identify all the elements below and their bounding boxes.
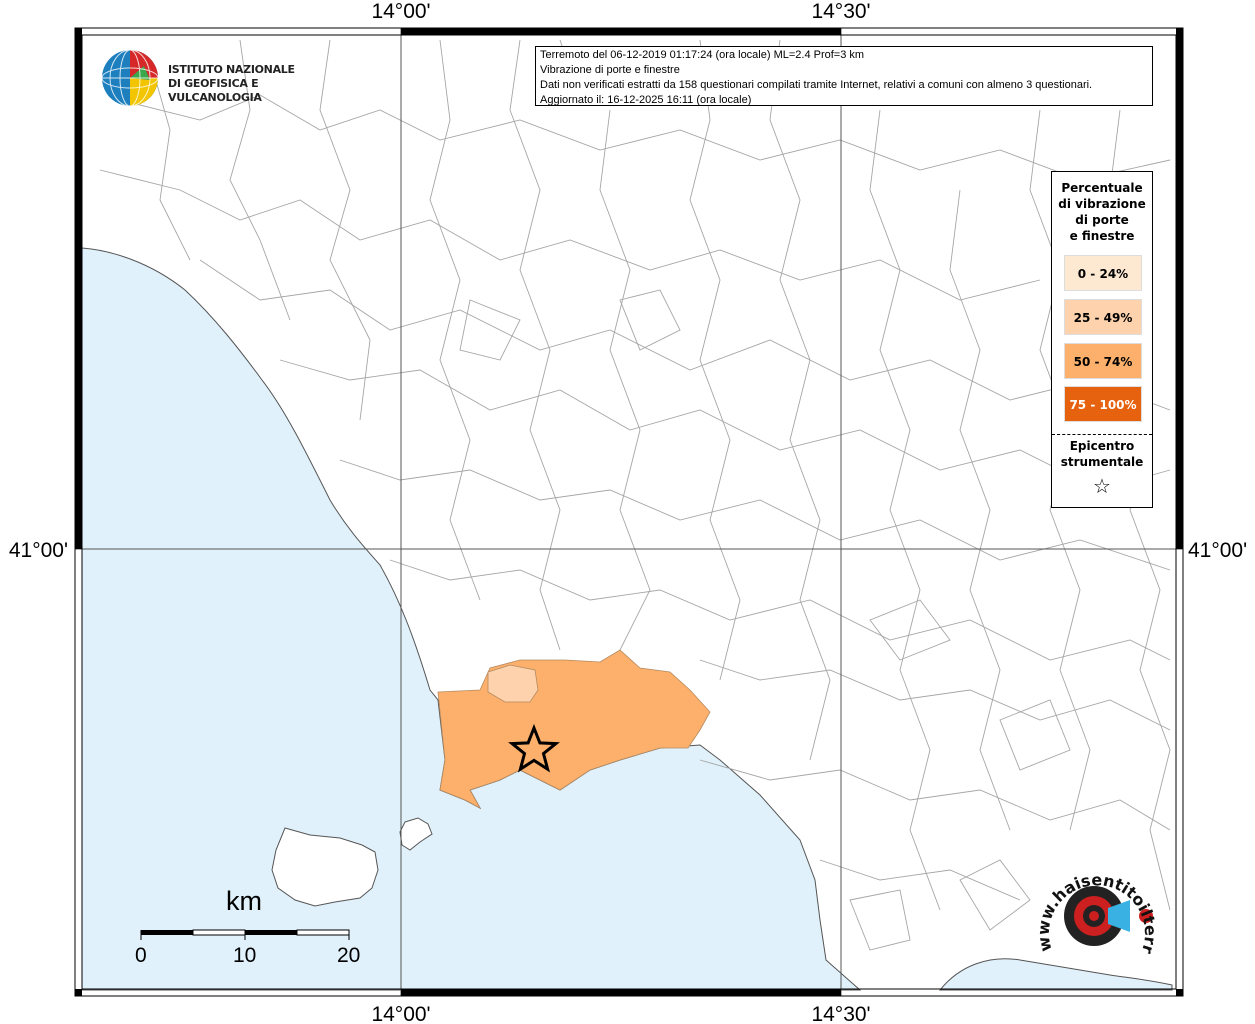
legend-title: Percentuale di vibrazione di porte e fin… bbox=[1052, 180, 1152, 244]
legend-star-icon: ☆ bbox=[1093, 474, 1111, 498]
event-info-line-2: Vibrazione di porte e finestre bbox=[540, 64, 680, 76]
legend-item-0-24: 0 - 24% bbox=[1064, 255, 1142, 291]
legend-title-line-2: di vibrazione bbox=[1058, 197, 1146, 211]
lat-label-left: 41°00' bbox=[9, 539, 68, 562]
scale-tick-0: 0 bbox=[135, 944, 147, 967]
scale-tick-10: 10 bbox=[233, 944, 257, 967]
legend-epicenter-label: Epicentro strumentale bbox=[1052, 438, 1152, 470]
globe-icon bbox=[101, 49, 159, 107]
legend-item-50-74: 50 - 74% bbox=[1064, 343, 1142, 379]
event-info-line-1: Terremoto del 06-12-2019 01:17:24 (ora l… bbox=[540, 49, 865, 61]
lon-label-bottom-14-30: 14°30' bbox=[811, 1003, 870, 1024]
ingv-logo: ISTITUTO NAZIONALE DI GEOFISICA E VULCAN… bbox=[100, 48, 320, 108]
legend-epicenter-line-1: Epicentro bbox=[1069, 439, 1135, 453]
event-info-box: Terremoto del 06-12-2019 01:17:24 (ora l… bbox=[535, 46, 1153, 106]
event-info-line-3: Dati non verificati estratti da 158 ques… bbox=[540, 79, 1093, 91]
legend-item-75-100: 75 - 100% bbox=[1064, 386, 1142, 422]
lon-label-top-14-00: 14°00' bbox=[371, 0, 430, 23]
felt-area-light bbox=[487, 664, 539, 703]
legend: Percentuale di vibrazione di porte e fin… bbox=[1051, 171, 1153, 508]
legend-title-line-4: e finestre bbox=[1069, 229, 1135, 243]
scale-tick-20: 20 bbox=[337, 944, 361, 967]
haisentitoilterremoto-logo[interactable]: www.haisentitoilterremoto.it bbox=[1032, 852, 1162, 982]
legend-title-line-1: Percentuale bbox=[1061, 181, 1143, 195]
lon-label-bottom-14-00: 14°00' bbox=[371, 1003, 430, 1024]
legend-item-25-49: 25 - 49% bbox=[1064, 299, 1142, 335]
lat-label-right: 41°00' bbox=[1188, 539, 1247, 562]
logo-text: ISTITUTO NAZIONALE DI GEOFISICA E VULCAN… bbox=[168, 63, 320, 105]
logo-line-1: ISTITUTO NAZIONALE bbox=[168, 63, 295, 76]
legend-epicenter-line-2: strumentale bbox=[1060, 455, 1144, 469]
scale-unit: km bbox=[226, 886, 262, 916]
legend-separator bbox=[1052, 434, 1152, 435]
event-info-line-4: Aggiornato il: 16-12-2025 16:11 (ora loc… bbox=[540, 94, 752, 106]
legend-title-line-3: di porte bbox=[1075, 213, 1129, 227]
logo-line-2: DI GEOFISICA E VULCANOLOGIA bbox=[168, 77, 262, 104]
lon-label-top-14-30: 14°30' bbox=[811, 0, 870, 23]
